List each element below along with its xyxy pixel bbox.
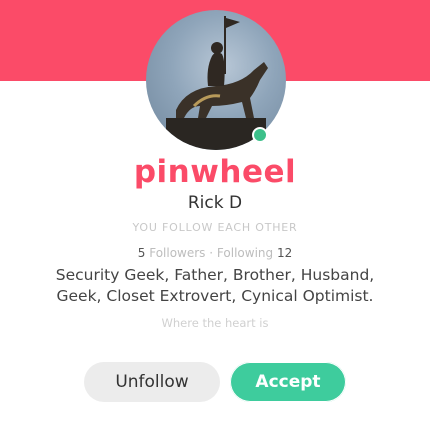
avatar[interactable] (146, 10, 286, 150)
stats-separator: · (209, 246, 214, 260)
accept-button[interactable]: Accept (230, 362, 346, 402)
profile-bio: Security Geek, Father, Brother, Husband,… (55, 266, 375, 305)
followers-count: 5 (137, 246, 146, 260)
following-count: 12 (276, 246, 293, 260)
followers-label[interactable]: Followers (149, 246, 205, 260)
mutual-follow-note: YOU FOLLOW EACH OTHER (132, 221, 298, 234)
unfollow-button[interactable]: Unfollow (84, 362, 220, 402)
profile-location: Where the heart is (161, 316, 269, 330)
following-label[interactable]: Following (217, 246, 273, 260)
follow-stats: 5 Followers · Following 12 (0, 246, 430, 260)
profile-display-name: Rick D (187, 193, 243, 213)
online-status-dot (252, 127, 268, 143)
profile-username: pinwheel (133, 154, 297, 190)
